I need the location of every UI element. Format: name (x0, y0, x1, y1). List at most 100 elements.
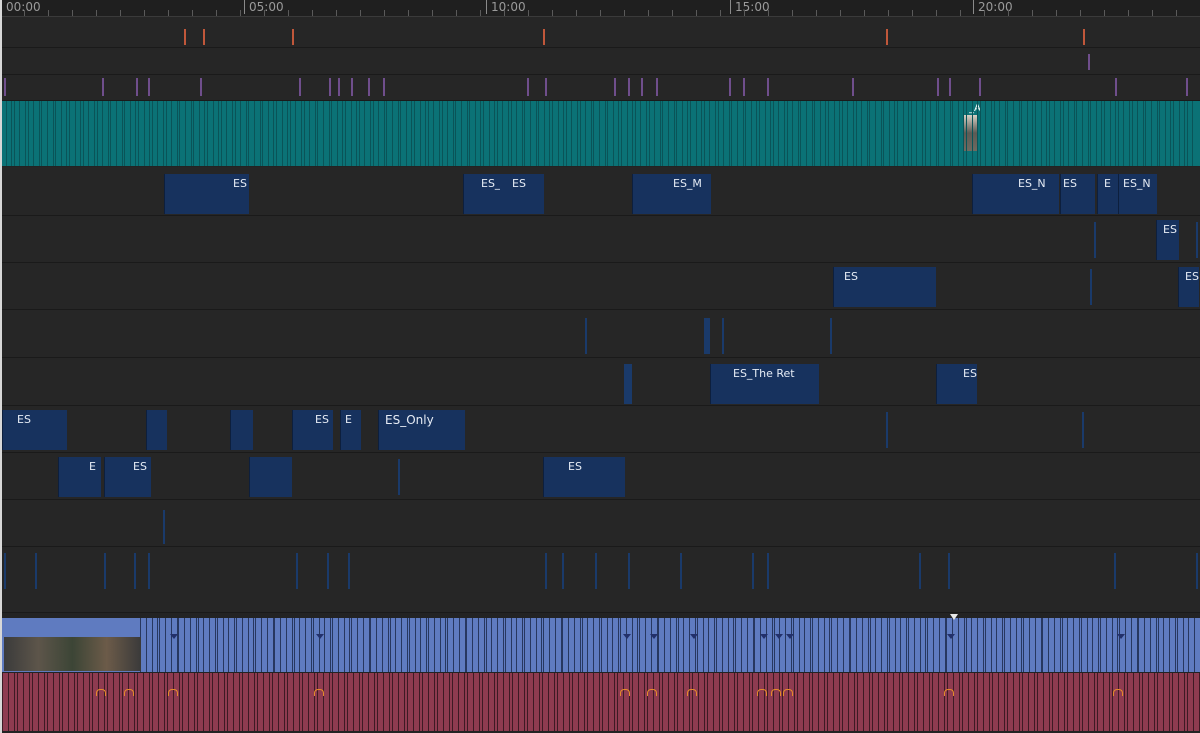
fade-handle-icon[interactable] (783, 689, 793, 696)
fade-handle-icon[interactable] (168, 689, 178, 696)
marker[interactable] (545, 78, 547, 96)
empty-track[interactable] (0, 48, 1200, 75)
marker[interactable] (743, 78, 745, 96)
keyframe-icon[interactable] (316, 634, 324, 639)
clip-sliver[interactable] (919, 553, 921, 589)
clip-sliver[interactable] (1196, 222, 1198, 258)
clip-sliver[interactable] (1090, 269, 1092, 305)
marker[interactable] (102, 78, 104, 96)
marker-track-purple[interactable] (0, 75, 1200, 101)
keyframe-icon[interactable] (786, 634, 794, 639)
marker[interactable] (1115, 78, 1117, 96)
audio-clip[interactable]: ES (833, 267, 936, 307)
marker[interactable] (184, 29, 186, 45)
keyframe-icon[interactable] (775, 634, 783, 639)
audio-track-11[interactable] (0, 500, 1200, 547)
audio-track-8[interactable]: ES_The Ret ES (0, 358, 1200, 406)
fade-handle-icon[interactable] (647, 689, 657, 696)
audio-track-12[interactable] (0, 547, 1200, 613)
audio-clip[interactable]: ES (2, 410, 67, 450)
marker[interactable] (1186, 78, 1188, 96)
fade-handle-icon[interactable] (687, 689, 697, 696)
audio-clip[interactable]: ES (543, 457, 625, 497)
clip-sliver[interactable] (35, 553, 37, 589)
marker[interactable] (937, 78, 939, 96)
marker[interactable] (136, 78, 138, 96)
clip-sliver[interactable] (545, 553, 547, 589)
marker[interactable] (1088, 54, 1090, 70)
audio-track-5[interactable]: ES (0, 216, 1200, 263)
clip-sliver[interactable] (296, 553, 298, 589)
audio-clip[interactable]: ES (1060, 174, 1095, 214)
marker[interactable] (979, 78, 981, 96)
clip-sliver[interactable] (624, 364, 632, 404)
audio-clip[interactable]: ES_N (1118, 174, 1157, 214)
clip-sliver[interactable] (398, 459, 400, 495)
audio-clip[interactable]: ES_M (632, 174, 711, 214)
audio-clip[interactable]: E (1097, 174, 1118, 214)
audio-clip[interactable] (249, 457, 292, 497)
audio-track-9[interactable]: ES ES E ES_Only (0, 406, 1200, 453)
marker[interactable] (4, 78, 6, 96)
marker[interactable] (203, 29, 205, 45)
fade-handle-icon[interactable] (1113, 689, 1123, 696)
audio-clip[interactable] (230, 410, 253, 450)
audio-track-4[interactable]: ES ES_ ES ES_M ES_N ES E ES_N (0, 167, 1200, 216)
clip-sliver[interactable] (348, 553, 350, 589)
clip-sliver[interactable] (948, 553, 950, 589)
audio-clip[interactable]: ES_N (972, 174, 1059, 214)
fade-handle-icon[interactable] (944, 689, 954, 696)
marker[interactable] (614, 78, 616, 96)
clip-sliver[interactable] (752, 553, 754, 589)
fade-handle-icon[interactable] (124, 689, 134, 696)
clip-sliver[interactable] (562, 553, 564, 589)
marker[interactable] (148, 78, 150, 96)
audio-clip[interactable]: ES (104, 457, 151, 497)
marker[interactable] (200, 78, 202, 96)
marker[interactable] (1083, 29, 1085, 45)
audio-clip[interactable]: ES (1156, 220, 1179, 260)
audio-track-10[interactable]: E ES ES (0, 453, 1200, 500)
marker[interactable] (656, 78, 658, 96)
audio-clip[interactable]: ES (292, 410, 333, 450)
video-track[interactable]: _A (0, 101, 1200, 166)
clip-sliver[interactable] (4, 553, 6, 589)
marker[interactable] (543, 29, 545, 45)
keyframe-icon[interactable] (170, 634, 178, 639)
marker[interactable] (767, 78, 769, 96)
clip-sliver[interactable] (830, 318, 832, 354)
clip-sliver[interactable] (163, 510, 165, 544)
audio-clip[interactable] (146, 410, 167, 450)
marker[interactable] (949, 78, 951, 96)
marker[interactable] (641, 78, 643, 96)
clip-sliver[interactable] (722, 318, 724, 354)
marker[interactable] (292, 29, 294, 45)
marker[interactable] (383, 78, 385, 96)
audio-clip[interactable]: ES (1178, 267, 1199, 307)
playhead-line[interactable] (0, 0, 2, 733)
keyframe-icon[interactable] (623, 634, 631, 639)
audio-clip[interactable]: ES (164, 174, 249, 214)
clip-sliver[interactable] (1196, 553, 1198, 589)
playhead-marker-icon[interactable] (950, 614, 958, 620)
audio-track-7[interactable] (0, 310, 1200, 358)
marker[interactable] (368, 78, 370, 96)
marker-track-orange[interactable] (0, 17, 1200, 48)
keyframe-icon[interactable] (690, 634, 698, 639)
clip-sliver[interactable] (595, 553, 597, 589)
marker[interactable] (351, 78, 353, 96)
fade-handle-icon[interactable] (757, 689, 767, 696)
clip-sliver[interactable] (704, 318, 710, 354)
clip-sliver[interactable] (1094, 222, 1096, 258)
audio-clip[interactable]: E (340, 410, 361, 450)
clip-sliver[interactable] (134, 553, 136, 589)
clip-sliver[interactable] (327, 553, 329, 589)
master-audio-lane[interactable] (0, 618, 1200, 672)
marker[interactable] (852, 78, 854, 96)
audio-track-6[interactable]: ES ES (0, 263, 1200, 310)
marker[interactable] (527, 78, 529, 96)
marker[interactable] (329, 78, 331, 96)
timeline-panel[interactable]: 00:00 05:00 10:00 15:00 20:00 _A ES ES_ E… (0, 0, 1200, 733)
fade-handle-icon[interactable] (771, 689, 781, 696)
music-audio-lane[interactable] (0, 673, 1200, 731)
